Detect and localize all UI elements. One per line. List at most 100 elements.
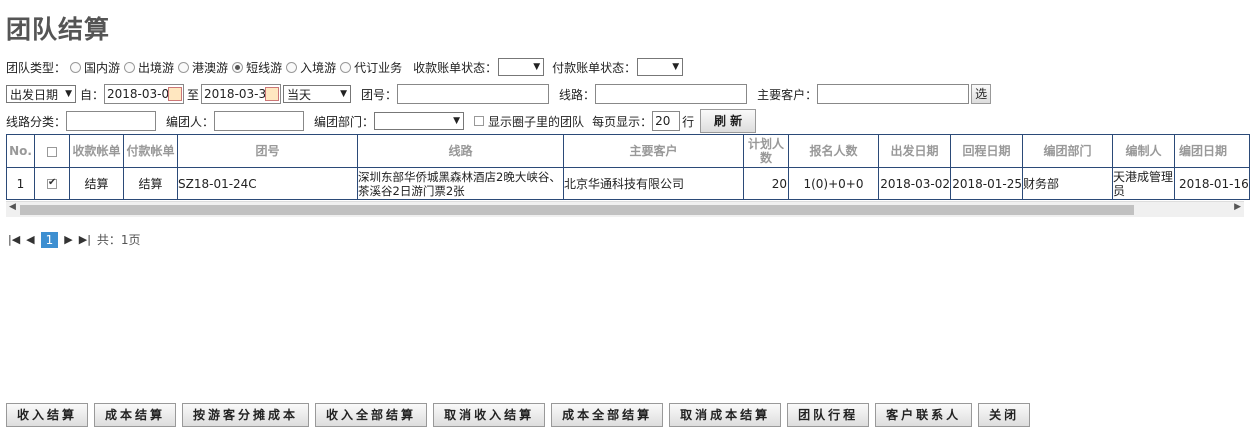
- team-no-label: 团号：: [361, 87, 398, 102]
- col-customer: 主要客户: [563, 134, 744, 168]
- team-type-row: 团队类型： 国内游 出境游 港澳游 短线游 入境游 代订业务 收款账单状态： ▼…: [6, 56, 684, 78]
- chevron-down-icon: ▼: [672, 62, 680, 72]
- income-settle-all-button[interactable]: 收入全部结算: [315, 403, 428, 427]
- dept-select[interactable]: ▼: [374, 112, 465, 130]
- radio-outbound-label: 出境游: [138, 60, 175, 75]
- cell-signup-count: 1(0)+0+0: [788, 167, 879, 200]
- next-page-icon[interactable]: ▶: [64, 233, 72, 246]
- radio-booking-label: 代订业务: [354, 60, 403, 75]
- col-collect-bill: 收款帐单: [69, 134, 124, 168]
- col-pay-bill: 付款帐单: [123, 134, 178, 168]
- collect-status-select[interactable]: ▼: [498, 58, 545, 76]
- radio-outbound[interactable]: [124, 61, 136, 73]
- radio-shortline[interactable]: [232, 61, 244, 73]
- col-route: 线路: [357, 134, 564, 168]
- circle-label: 显示圈子里的团队: [488, 114, 585, 129]
- horizontal-scrollbar[interactable]: ◀ ▶: [6, 201, 1244, 217]
- last-page-icon[interactable]: ▶|: [79, 233, 91, 246]
- page-total: 共：1页: [96, 233, 141, 247]
- scroll-thumb[interactable]: [20, 205, 1134, 215]
- table-row[interactable]: 1 结算 结算 SZ18-01-24C 深圳东部华侨城黑森林酒店2晚大峡谷、茶溪…: [6, 167, 1250, 200]
- scroll-right-icon[interactable]: ▶: [1234, 202, 1241, 212]
- team-no-input[interactable]: [397, 84, 550, 104]
- pay-status-select[interactable]: ▼: [637, 58, 684, 76]
- circle-checkbox[interactable]: [474, 116, 485, 126]
- pay-status-label: 付款账单状态：: [552, 60, 637, 75]
- route-cat-input[interactable]: [66, 111, 157, 131]
- customer-input[interactable]: [817, 84, 970, 104]
- radio-hkmacau-label: 港澳游: [192, 60, 229, 75]
- cell-maker: 天港成管理员: [1112, 167, 1175, 200]
- cell-pay-bill[interactable]: 结算: [123, 167, 178, 200]
- date-range-select[interactable]: 当天 ▼: [283, 85, 352, 103]
- cell-customer: 北京华通科技有限公司: [563, 167, 744, 200]
- col-no: No.: [6, 134, 35, 168]
- cost-settle-all-button[interactable]: 成本全部结算: [551, 403, 664, 427]
- radio-inbound[interactable]: [286, 61, 298, 73]
- from-label: 自：: [80, 87, 105, 102]
- team-itinerary-button[interactable]: 团队行程: [787, 403, 870, 427]
- calendar-icon[interactable]: [168, 87, 183, 101]
- to-label: 至: [187, 87, 200, 102]
- chevron-down-icon: ▼: [65, 89, 72, 99]
- route-cat-label: 线路分类：: [6, 114, 67, 129]
- close-button[interactable]: 关闭: [978, 403, 1031, 427]
- cancel-cost-settle-button[interactable]: 取消成本结算: [669, 403, 782, 427]
- cell-dept: 财务部: [1022, 167, 1113, 200]
- per-page-label: 每页显示：: [592, 114, 653, 129]
- team-maker-input[interactable]: [214, 111, 305, 131]
- radio-hkmacau[interactable]: [178, 61, 190, 73]
- cell-collect-bill[interactable]: 结算: [69, 167, 124, 200]
- select-customer-button[interactable]: 选: [971, 84, 992, 104]
- scroll-left-icon[interactable]: ◀: [9, 202, 16, 212]
- col-make-date: 编团日期: [1174, 134, 1250, 168]
- route-input[interactable]: [595, 84, 748, 104]
- col-select-all: [34, 134, 70, 168]
- allocate-cost-button[interactable]: 按游客分摊成本: [182, 403, 310, 427]
- route-label: 线路：: [559, 87, 596, 102]
- cell-route: 深圳东部华侨城黑森林酒店2晚大峡谷、茶溪谷2日游门票2张: [357, 167, 564, 200]
- pager: |◀ ◀ 1 ▶ ▶| 共：1页: [8, 231, 141, 248]
- col-plan-count: 计划人数: [743, 134, 789, 168]
- radio-inbound-label: 入境游: [300, 60, 337, 75]
- cancel-income-settle-button[interactable]: 取消收入结算: [433, 403, 546, 427]
- current-page[interactable]: 1: [40, 231, 59, 248]
- col-signup-count: 报名人数: [788, 134, 879, 168]
- calendar-icon[interactable]: [265, 87, 280, 101]
- chevron-down-icon: ▼: [340, 89, 348, 99]
- row-checkbox[interactable]: [47, 177, 57, 189]
- select-all-checkbox[interactable]: [47, 146, 57, 157]
- radio-domestic-label: 国内游: [84, 60, 121, 75]
- rows-unit: 行: [682, 114, 695, 129]
- prev-page-icon[interactable]: ◀: [26, 233, 34, 246]
- dept-label: 编团部门：: [314, 114, 375, 129]
- cell-depart-date: 2018-03-02: [878, 167, 951, 200]
- chevron-down-icon: ▼: [453, 116, 461, 126]
- customer-contact-button[interactable]: 客户联系人: [875, 403, 973, 427]
- col-return-date: 回程日期: [950, 134, 1023, 168]
- radio-booking[interactable]: [340, 61, 352, 73]
- table-header-row: No. 收款帐单 付款帐单 团号 线路 主要客户 计划人数 报名人数 出发日期 …: [6, 134, 1250, 168]
- col-depart-date: 出发日期: [878, 134, 951, 168]
- chevron-down-icon: ▼: [533, 62, 541, 72]
- cost-settle-button[interactable]: 成本结算: [94, 403, 177, 427]
- action-bar: 收入结算 成本结算 按游客分摊成本 收入全部结算 取消收入结算 成本全部结算 取…: [6, 403, 1031, 427]
- team-maker-label: 编团人：: [166, 114, 215, 129]
- cell-team-no: SZ18-01-24C: [177, 167, 358, 200]
- date-type-select[interactable]: 出发日期 ▼: [6, 85, 76, 103]
- options-row: 线路分类： 编团人： 编团部门： ▼ 显示圈子里的团队 每页显示： 20 行 刷…: [6, 109, 757, 133]
- radio-domestic[interactable]: [70, 61, 82, 73]
- customer-label: 主要客户：: [757, 87, 818, 102]
- cell-return-date: 2018-01-25: [950, 167, 1023, 200]
- refresh-button[interactable]: 刷 新: [700, 109, 757, 133]
- cell-make-date: 2018-01-16: [1174, 167, 1250, 200]
- col-maker: 编制人: [1112, 134, 1175, 168]
- radio-shortline-label: 短线游: [246, 60, 283, 75]
- first-page-icon[interactable]: |◀: [8, 233, 20, 246]
- cell-no: 1: [6, 167, 35, 200]
- collect-status-label: 收款账单状态：: [413, 60, 498, 75]
- col-team-no: 团号: [177, 134, 358, 168]
- per-page-input[interactable]: 20: [652, 111, 681, 131]
- income-settle-button[interactable]: 收入结算: [6, 403, 89, 427]
- team-table: No. 收款帐单 付款帐单 团号 线路 主要客户 计划人数 报名人数 出发日期 …: [6, 134, 1250, 200]
